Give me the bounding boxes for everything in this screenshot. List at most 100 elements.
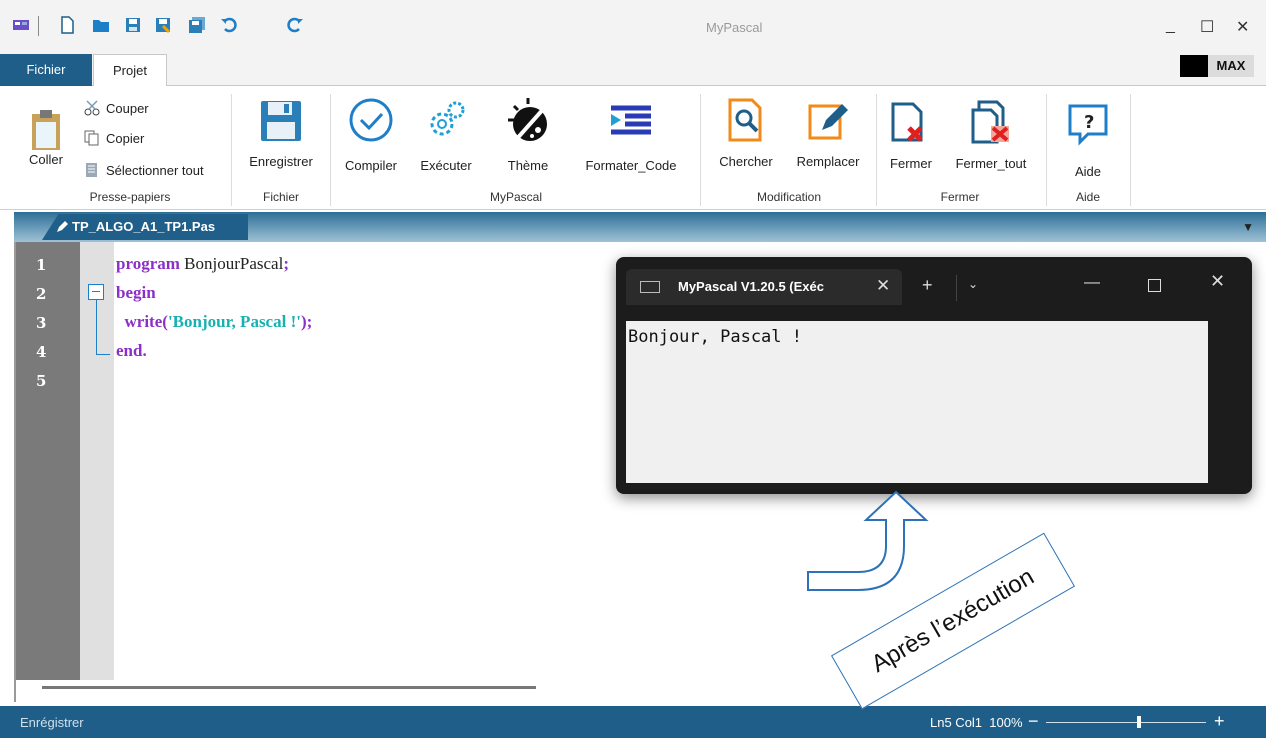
group-separator [876,94,877,206]
group-separator [330,94,331,206]
zoom-out-button[interactable]: − [1028,711,1039,732]
terminal-tab[interactable]: MyPascal V1.20.5 (Exéc ✕ [626,269,902,305]
couper-button[interactable]: Couper [84,100,149,116]
copy-icon [84,130,99,146]
title-bar: MyPascal _ ☐ ✕ [0,0,1266,52]
help-icon: ? [1062,98,1114,150]
compiler-label: Compiler [344,158,397,173]
maximize-button[interactable]: ☐ [1200,17,1214,37]
check-circle-icon [345,96,397,148]
save-icon[interactable] [124,16,142,34]
new-file-icon[interactable] [58,16,76,34]
copier-button[interactable]: Copier [84,130,144,146]
cursor-position: Ln5 Col1 100% [930,715,1023,730]
new-tab-icon[interactable]: + [922,275,933,296]
enregistrer-button[interactable]: Enregistrer [238,98,324,169]
undo-icon[interactable] [220,16,238,34]
paste-icon [28,106,64,152]
document-tab[interactable]: TP_ALGO_A1_TP1.Pas [42,214,248,240]
punctuation: ); [300,312,313,331]
theme-label: Thème [507,158,549,173]
close-button[interactable]: ✕ [1236,17,1249,37]
remplacer-button[interactable]: Remplacer [786,96,870,169]
theme-button[interactable]: Thème [490,96,566,173]
line-number: 1 [36,256,47,274]
terminal-output-area[interactable]: Bonjour, Pascal ! [626,321,1208,483]
group-label-aide: Aide [1075,190,1101,204]
quick-access-separator [38,16,39,36]
fold-line [96,300,97,354]
minimize-button[interactable]: _ [1166,17,1175,35]
cursor-position-text: Ln5 Col1 [930,715,983,730]
group-separator [1046,94,1047,206]
fermer-tout-label: Fermer_tout [955,156,1027,171]
tabs-dropdown-icon[interactable]: ▼ [1242,220,1254,234]
terminal-maximize-button[interactable] [1148,279,1161,292]
svg-text:?: ? [1084,112,1094,133]
save-all-icon[interactable] [188,16,206,34]
fermer-label: Fermer [890,156,932,171]
formater-code-button[interactable]: Formater_Code [568,96,694,173]
executer-button[interactable]: Exécuter [408,96,484,173]
coller-label: Coller [29,152,63,167]
line-number-gutter: 1 2 3 4 5 [16,242,80,680]
tab-fichier[interactable]: Fichier [0,54,92,86]
keyword: write [116,312,163,331]
zoom-level-text: 100% [989,715,1023,730]
chercher-button[interactable]: Chercher [706,96,786,169]
close-file-icon [885,98,937,150]
open-folder-icon[interactable] [92,16,110,34]
zoom-slider-thumb[interactable] [1136,716,1141,728]
chevron-down-icon[interactable]: ⌄ [968,277,978,291]
fold-margin [80,242,114,680]
compiler-button[interactable]: Compiler [336,96,406,173]
format-code-icon [605,96,657,148]
curved-arrow-icon [807,490,929,591]
horizontal-scrollbar[interactable] [42,686,536,689]
punctuation: ; [283,254,289,273]
terminal-icon [640,281,660,293]
fold-line-end [96,354,110,355]
chercher-label: Chercher [719,154,773,169]
zoom-in-button[interactable]: + [1214,711,1225,732]
punctuation: . [142,341,147,360]
code-line: write('Bonjour, Pascal !'); [116,312,313,332]
gears-icon [420,96,472,148]
line-number: 2 [36,285,47,303]
group-label-presse-papiers: Presse-papiers [89,190,171,204]
app-title: MyPascal [706,20,763,35]
group-separator [700,94,701,206]
save-as-icon[interactable] [154,16,172,34]
tab-projet[interactable]: Projet [93,54,167,86]
fold-toggle-icon[interactable] [88,284,104,300]
annotation-label: Après l’exécution [830,532,1076,710]
remplacer-label: Remplacer [796,154,860,169]
formater-label: Formater_Code [585,158,677,173]
edit-pencil-icon [802,96,854,148]
terminal-minimize-button[interactable]: — [1084,274,1100,292]
terminal-close-button[interactable]: ✕ [1210,271,1225,292]
keyword: begin [116,283,156,302]
code-line: end. [116,341,147,361]
ribbon: Coller Couper Copier Sélectionner tout P… [0,86,1266,210]
status-message: Enrégistrer [20,715,84,730]
coller-button[interactable]: Coller [18,106,74,167]
max-button[interactable]: MAX [1208,55,1254,77]
scissors-icon [84,100,100,116]
line-number: 4 [36,343,47,361]
menu-tabs: Fichier Projet [0,52,1266,86]
zoom-slider-track[interactable] [1046,722,1206,723]
tab-close-icon[interactable]: ✕ [876,276,890,296]
selectionner-tout-button[interactable]: Sélectionner tout [84,162,204,178]
keyword: program [116,254,180,273]
tab-separator [956,275,957,301]
fermer-tout-button[interactable]: Fermer_tout [944,98,1038,171]
code-line: begin [116,283,156,303]
aide-button[interactable]: ? Aide [1052,98,1124,179]
terminal-tab-title: MyPascal V1.20.5 (Exéc [678,279,824,294]
redo-icon[interactable] [286,16,304,34]
group-label-modification: Modification [756,190,822,204]
fermer-button[interactable]: Fermer [880,98,942,171]
string-literal: 'Bonjour, Pascal !' [167,312,301,331]
max-color-box [1180,55,1208,77]
